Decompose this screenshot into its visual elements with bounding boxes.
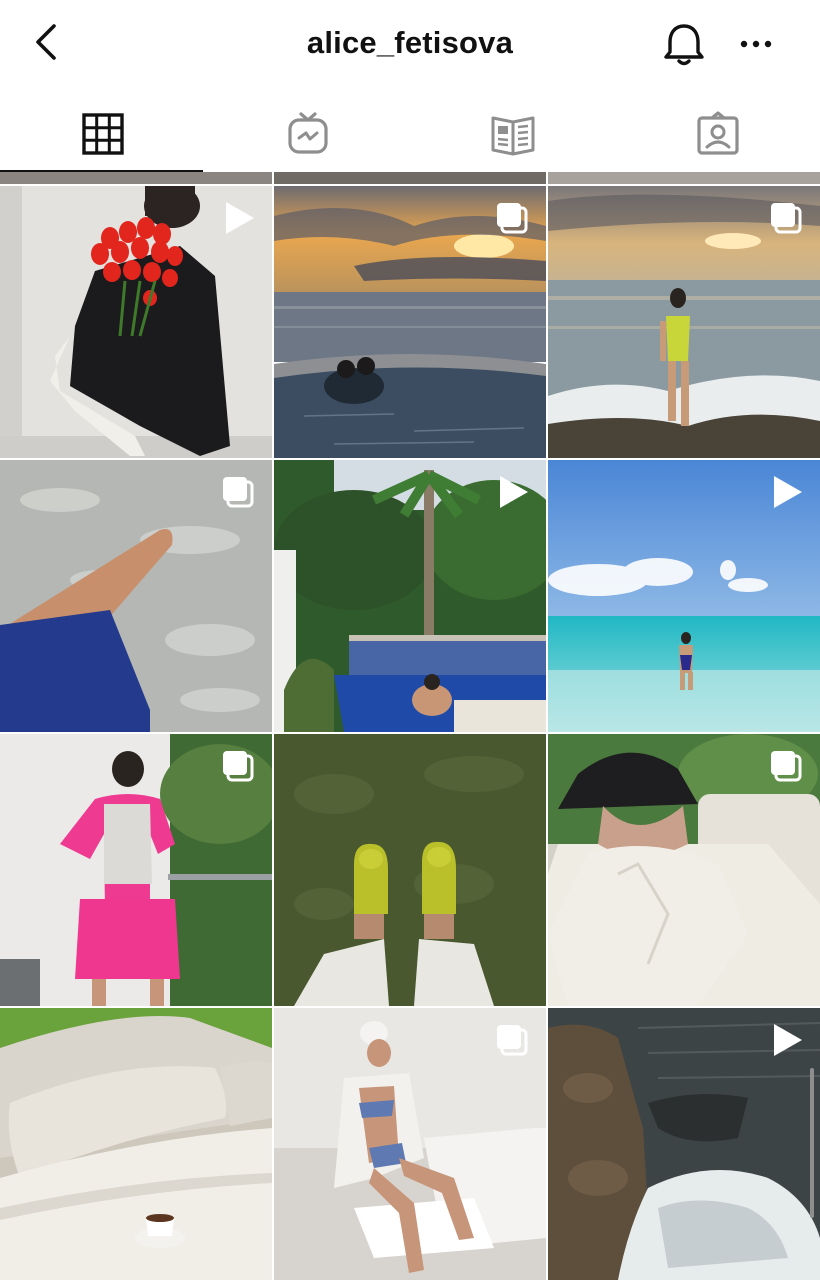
post-tile-beach-swimsuit[interactable]	[548, 186, 820, 458]
profile-header: alice_fetisova	[0, 0, 820, 90]
post-tile-turquoise-sea[interactable]	[548, 460, 820, 732]
post-image	[0, 1008, 272, 1280]
post-tile-sunset-pool[interactable]	[274, 186, 546, 458]
post-image	[274, 734, 546, 1006]
profile-tabs	[0, 96, 820, 173]
play-icon	[226, 202, 254, 234]
tab-tagged[interactable]	[615, 96, 820, 172]
carousel-icon	[497, 1025, 528, 1056]
carousel-icon	[771, 203, 802, 234]
more-horizontal-icon[interactable]	[736, 24, 776, 64]
previous-row-strip	[548, 172, 820, 184]
carousel-icon	[223, 751, 254, 782]
previous-row-strip	[274, 172, 546, 184]
play-icon	[500, 476, 528, 508]
tv-icon	[287, 112, 328, 154]
post-tile-green-boots[interactable]	[274, 734, 546, 1006]
guide-book-icon	[491, 116, 534, 156]
post-tile-bikini-chair[interactable]	[274, 1008, 546, 1280]
posts-grid	[0, 172, 820, 1280]
post-tile-rocky-shore[interactable]	[548, 1008, 820, 1280]
carousel-icon	[223, 477, 254, 508]
previous-row-strip	[0, 172, 272, 184]
tab-guides[interactable]	[410, 96, 615, 172]
tagged-person-icon	[696, 111, 739, 155]
post-tile-tulips[interactable]	[0, 186, 272, 458]
post-tile-arm-water[interactable]	[0, 460, 272, 732]
post-tile-pink-outfit[interactable]	[0, 734, 272, 1006]
post-tile-bucket-hat[interactable]	[548, 734, 820, 1006]
post-tile-palm-pool[interactable]	[274, 460, 546, 732]
tab-posts-grid[interactable]	[0, 96, 205, 172]
post-tile-sofa-coffee[interactable]	[0, 1008, 272, 1280]
play-icon	[774, 1024, 802, 1056]
play-icon	[774, 476, 802, 508]
grid-icon	[81, 113, 124, 155]
tab-igtv[interactable]	[205, 96, 410, 172]
bell-icon[interactable]	[660, 20, 708, 68]
carousel-icon	[497, 203, 528, 234]
carousel-icon	[771, 751, 802, 782]
